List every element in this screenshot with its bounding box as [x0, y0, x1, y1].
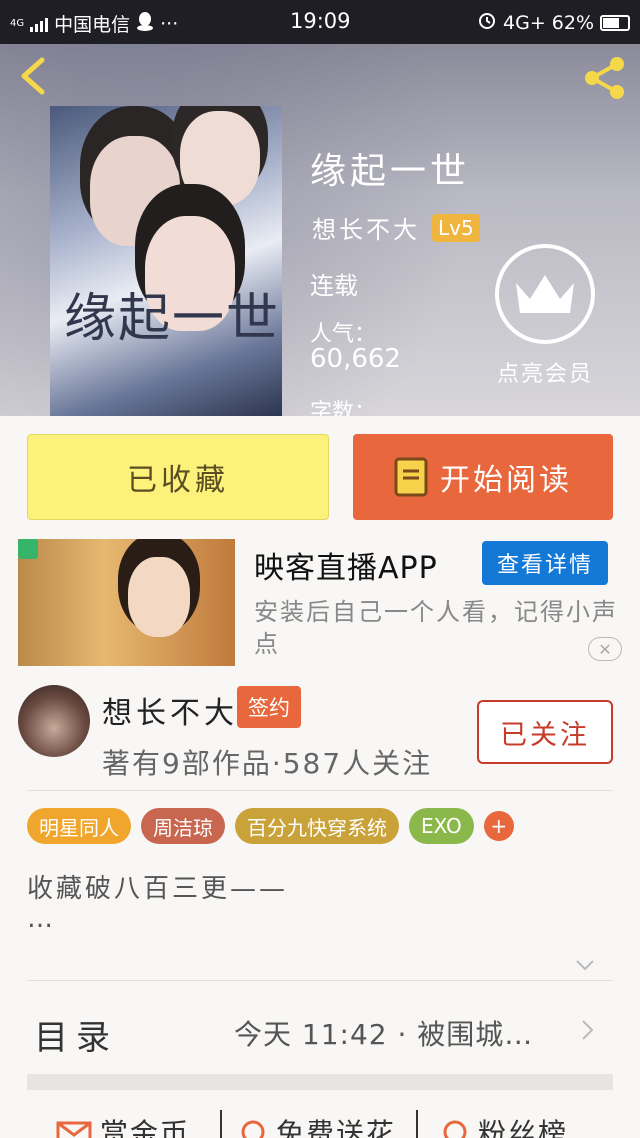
share-icon: [585, 57, 624, 99]
ad-description: 安装后自己一个人看，记得小声点: [254, 598, 618, 658]
author-avatar[interactable]: [18, 685, 90, 757]
status-bar: 4G 中国电信 ··· 19:09 4G+ 62%: [0, 0, 640, 44]
tag-item[interactable]: EXO: [409, 808, 474, 844]
envelope-icon: [56, 1121, 92, 1138]
book-intro[interactable]: 收藏破八百三更—— …: [27, 874, 288, 934]
network-label: 4G+: [503, 11, 546, 34]
share-button[interactable]: [580, 54, 630, 102]
level-badge: Lv5: [432, 213, 480, 242]
author-line: 想长不大 Lv5: [312, 210, 480, 245]
view-details-button[interactable]: 查看详情: [482, 541, 608, 585]
book-icon: [394, 457, 428, 497]
tag-list: 明星同人 周洁琼 百分九快穿系统 EXO +: [27, 808, 514, 844]
fans-rank-label: 粉丝榜: [478, 1117, 569, 1138]
intro-line: 收藏破八百三更——: [27, 874, 289, 904]
bottom-action-bar: 赏金币 免费送花 粉丝榜: [0, 1100, 640, 1138]
toc-arrow[interactable]: [578, 1018, 596, 1042]
back-button[interactable]: [14, 54, 54, 98]
vip-label: 点亮会员: [496, 362, 593, 387]
expand-button[interactable]: [574, 954, 596, 976]
tag-item[interactable]: 明星同人: [27, 808, 131, 844]
collected-button[interactable]: 已收藏: [27, 434, 329, 520]
chevron-right-icon: [582, 1020, 594, 1040]
serial-status: 连载: [310, 272, 358, 300]
chevron-down-icon: [576, 960, 594, 971]
reward-button[interactable]: 赏金币: [56, 1112, 190, 1138]
status-time: 19:09: [290, 9, 351, 33]
toc-latest-chapter[interactable]: 今天 11:42 · 被围城…: [234, 1013, 533, 1053]
divider: [27, 980, 613, 981]
author-name[interactable]: 想长不大: [312, 210, 420, 245]
author-stats: 著有9部作品·587人关注: [102, 747, 433, 780]
separator: [220, 1110, 222, 1138]
section-spacer: [27, 1074, 613, 1090]
chevron-left-icon: [21, 57, 45, 95]
ad-title[interactable]: 映客直播APP: [254, 543, 438, 587]
send-flower-label: 免费送花: [276, 1117, 397, 1138]
word-count-label: 字数：: [310, 400, 377, 416]
signal-icon: [30, 16, 49, 32]
crown-icon: [516, 275, 574, 313]
divider: [27, 790, 613, 791]
ad-image[interactable]: [18, 539, 235, 666]
network-small-label: 4G: [10, 18, 25, 29]
vip-button[interactable]: 点亮会员: [490, 244, 600, 388]
reward-label: 赏金币: [100, 1117, 191, 1138]
fans-rank-button[interactable]: 粉丝榜: [440, 1112, 568, 1138]
cover-title: 缘起一世: [64, 289, 281, 349]
book-title: 缘起一世: [310, 151, 471, 192]
rank-icon: [443, 1120, 467, 1138]
battery-percent: 62%: [551, 11, 594, 34]
battery-icon: [600, 14, 630, 31]
status-right: 4G+ 62%: [477, 10, 630, 35]
alarm-icon: [477, 10, 497, 35]
separator: [416, 1110, 418, 1138]
status-dots: ···: [160, 12, 179, 35]
carrier-label: 中国电信: [54, 14, 131, 36]
book-cover[interactable]: 缘起一世: [50, 106, 282, 416]
flower-icon: [241, 1120, 265, 1138]
add-tag-button[interactable]: +: [483, 811, 514, 841]
signed-badge: 签约: [237, 686, 301, 728]
author-profile-name[interactable]: 想长不大: [102, 688, 238, 732]
app-icon: [18, 539, 38, 559]
toc-label[interactable]: 目录: [34, 1010, 118, 1059]
intro-line: …: [27, 904, 56, 934]
send-flower-button[interactable]: 免费送花: [238, 1112, 396, 1138]
ad-close-button[interactable]: ✕: [588, 637, 622, 661]
start-reading-button[interactable]: 开始阅读: [353, 434, 613, 520]
popularity-value: 60,662: [310, 344, 401, 374]
book-header: 缘起一世 缘起一世 想长不大 Lv5 连载 人气： 60,662 字数： 点亮会…: [0, 44, 640, 416]
follow-button[interactable]: 已关注: [477, 700, 613, 764]
status-left: 4G 中国电信 ···: [10, 10, 178, 37]
tag-item[interactable]: 百分九快穿系统: [235, 808, 399, 844]
start-reading-label: 开始阅读: [440, 463, 572, 498]
tag-item[interactable]: 周洁琼: [141, 808, 225, 844]
qq-icon: [136, 11, 154, 36]
